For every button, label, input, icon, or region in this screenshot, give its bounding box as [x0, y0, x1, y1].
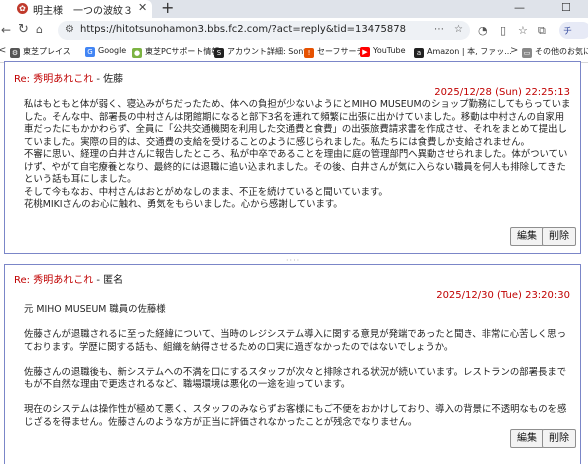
folder-icon: ▭ [522, 48, 532, 58]
bookmarks-back-icon[interactable]: < [0, 45, 6, 59]
post-title[interactable]: Re: 秀明あれこれ [14, 275, 93, 286]
post-title[interactable]: Re: 秀明あれこれ [14, 74, 93, 85]
collections-icon[interactable]: ⧉ [538, 24, 546, 38]
new-tab-icon[interactable]: + [161, 0, 174, 17]
profile-button[interactable]: チ [559, 22, 588, 39]
post-paragraph: 花桃MIKIさんのお心に触れ、勇気をもらいました。心から感謝しています。 [24, 199, 343, 210]
page-content: Re: 秀明あれこれ - 佐藤 2025/12/28 (Sun) 22:25:1… [0, 61, 588, 464]
favorite-star-icon[interactable]: ☆ [454, 24, 463, 35]
gear-icon: ⚙ [10, 48, 20, 58]
window-minimize-icon[interactable]: — [514, 1, 525, 14]
home-icon[interactable]: ⌂ [36, 23, 43, 36]
post-paragraph: 現在のシステムは操作性が極めて悪く、スタッフのみならずお客様にもご不便をおかけし… [24, 404, 567, 428]
bookmark-item[interactable]: ▶ YouTube [360, 46, 406, 60]
profile-label: チ [563, 27, 573, 37]
bookmark-item[interactable]: G Google [85, 46, 126, 60]
post-author: - 佐藤 [96, 74, 124, 85]
youtube-icon: ▶ [360, 47, 370, 57]
sony-icon: S [214, 48, 224, 58]
url-text[interactable]: https://hitotsunohamon3.bbs.fc2.com/?act… [80, 24, 406, 35]
navigation-bar: ← ↻ ⌂ ⚙ https://hitotsunohamon3.bbs.fc2.… [0, 18, 588, 43]
post-paragraph: 佐藤さんが退職されるに至った経緯について、当時のレジシステム導入に関する意見が発… [24, 329, 566, 353]
post-date: 2025/12/28 (Sun) 22:25:13 [434, 87, 570, 98]
address-bar[interactable]: ⚙ https://hitotsunohamon3.bbs.fc2.com/?a… [58, 21, 470, 40]
bookmark-item[interactable]: ▭ その他のお気に [522, 46, 588, 60]
bookmarks-bar: < ⚙ 東芝プレイス G Google ● 東芝PCサポート情報 S アカウント詳細: … [0, 43, 588, 63]
window-maximize-icon[interactable]: ☐ [561, 1, 571, 14]
google-icon: G [85, 47, 95, 57]
page-options-icon[interactable]: ⋯ [434, 24, 444, 35]
bookmark-item[interactable]: S アカウント詳細: Sony... [214, 46, 315, 60]
split-screen-icon[interactable]: ▯ [500, 24, 506, 37]
delete-button[interactable]: 削除 [542, 227, 576, 246]
extensions-icon[interactable]: ◔ [478, 24, 488, 37]
bookmark-item[interactable]: ! セーフサーチ [304, 46, 365, 60]
tab-title: 明主様 一つの波紋３ [33, 6, 133, 17]
tab-strip: ▭ ✿ 明主様 一つの波紋３ ✕ + — ☐ [0, 0, 588, 18]
post-paragraph: そして今もなお、中村さんはおとがめなしのまま、不正を続けていると聞いています。 [24, 186, 388, 198]
refresh-icon[interactable]: ↻ [18, 22, 29, 37]
post-paragraph: 私はもともと体が弱く、寝込みがちだったため、体への負担が少ないようにとMIHO … [24, 99, 571, 148]
back-icon[interactable]: ← [1, 23, 11, 37]
amazon-icon: a [414, 48, 424, 58]
edit-button[interactable]: 編集 [510, 227, 544, 246]
post-paragraph: 不審に思い、経理の白井さんに報告したところ、私が中卒であることを理由に庭の管理部… [24, 149, 568, 185]
bookmark-item[interactable]: a Amazon | 本, ファッ... [414, 46, 512, 60]
browser-window: ▭ ✿ 明主様 一つの波紋３ ✕ + — ☐ ← ↻ ⌂ ⚙ https://h… [0, 0, 588, 464]
reply-post: Re: 秀明あれこれ - 佐藤 2025/12/28 (Sun) 22:25:1… [4, 61, 581, 254]
active-tab[interactable]: ✿ 明主様 一つの波紋３ ✕ [0, 0, 152, 18]
post-author: - 匿名 [96, 275, 124, 286]
post-heading: Re: 秀明あれこれ - 佐藤 [14, 70, 123, 85]
tab-close-icon[interactable]: ✕ [138, 1, 147, 14]
bookmark-item[interactable]: ● 東芝PCサポート情報 [132, 46, 219, 60]
site-favicon-icon: ✿ [17, 3, 28, 14]
safesearch-icon: ! [304, 48, 314, 58]
favorites-icon[interactable]: ☆ [518, 24, 528, 37]
post-paragraph: 元 MIHO MUSEUM 職員の佐藤様 [24, 304, 166, 315]
post-paragraph: 佐藤さんの退職後も、新システムへの不満を口にするスタッフが次々と排除される状況が… [24, 366, 567, 391]
post-body: 元 MIHO MUSEUM 職員の佐藤様 佐藤さんが退職されるに至った経緯につい… [24, 304, 572, 429]
post-date: 2025/12/30 (Tue) 23:20:30 [436, 290, 570, 301]
post-heading: Re: 秀明あれこれ - 匿名 [14, 271, 123, 286]
site-info-icon[interactable]: ⚙ [65, 24, 74, 35]
delete-button[interactable]: 削除 [542, 429, 576, 448]
edit-button[interactable]: 編集 [510, 429, 544, 448]
post-body: 私はもともと体が弱く、寝込みがちだったため、体への負担が少ないようにとMIHO … [24, 99, 572, 212]
support-icon: ● [132, 48, 142, 58]
bookmarks-more-icon[interactable]: > [510, 45, 518, 59]
bookmark-item[interactable]: ⚙ 東芝プレイス [10, 46, 71, 60]
reply-post: Re: 秀明あれこれ - 匿名 2025/12/30 (Tue) 23:20:3… [4, 264, 581, 464]
